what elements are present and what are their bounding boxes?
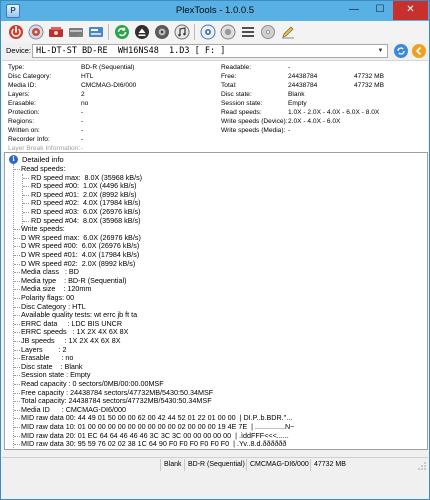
tree-connector (14, 349, 20, 351)
tree-connector (14, 366, 20, 368)
tree-connector (14, 418, 20, 420)
tree-connector (23, 177, 29, 179)
chevron-down-icon[interactable]: ▼ (375, 46, 386, 56)
disc-small-icon[interactable] (260, 24, 276, 40)
toolbar-separator (108, 24, 109, 40)
device-label: Device: (6, 46, 32, 55)
tree-connector (14, 255, 20, 256)
tree-connector (14, 323, 20, 325)
detailed-info-tree[interactable]: i Detailed info Read speeds: RD speed max… (4, 152, 428, 450)
tree-connector (14, 169, 20, 170)
tree-connector (14, 306, 20, 308)
info-row-read-speeds: Read speeds: 1.0X - 2.0X - 4.0X - 6.0X -… (221, 109, 380, 116)
info-row-regions: Regions: - (8, 118, 84, 125)
title-bar[interactable]: P PlexTools - 1.0.0.5 — ☐ ✕ (1, 1, 429, 21)
power-icon[interactable] (8, 24, 24, 40)
tree-connector (23, 212, 29, 213)
info-row-written-on: Written on: - (8, 127, 84, 134)
info-row-erasable: Erasable: no (8, 100, 89, 107)
refresh-icon[interactable] (114, 24, 130, 40)
tree-connector (14, 341, 20, 342)
disc-info-panel: Type: BD-R (Sequential) Disc Category: H… (2, 60, 428, 152)
tree-connector (14, 409, 20, 411)
info-icon: i (9, 155, 18, 164)
tree-connector (14, 444, 20, 446)
audio-icon[interactable] (174, 24, 190, 40)
status-cell-empty (2, 459, 160, 471)
refresh-device-icon[interactable] (394, 44, 408, 58)
toolbar-separator (194, 24, 195, 40)
info-row-type: Type: BD-R (Sequential) (8, 64, 135, 71)
back-icon[interactable] (412, 44, 426, 58)
info-row-recorder-info: Recorder Info: - (8, 136, 84, 143)
tree-connector (14, 332, 20, 334)
device-select[interactable]: HL-DT-ST BD-RE WH16NS48 1.D3 [ F: ] ▼ (32, 44, 388, 58)
tree-connector (14, 280, 20, 282)
tree-connector (14, 375, 20, 377)
info-row-disc-state: Disc state: Blank (221, 91, 305, 98)
info-row-readable: Readable: - (221, 64, 291, 71)
eject-icon[interactable] (134, 24, 150, 40)
status-disc-state: Blank (160, 459, 184, 471)
tree-connector (14, 427, 20, 428)
status-media-type: BD-R (Sequential) (184, 459, 246, 471)
resize-grip-icon[interactable] (418, 462, 426, 470)
tree-line-text: MID raw data 40: F0 00 00 00 00 48 00 48… (21, 448, 297, 449)
media-icon[interactable] (154, 24, 170, 40)
tree-connector (23, 194, 29, 196)
tree-connector (14, 384, 20, 385)
tree-connector (22, 174, 23, 226)
write-icon[interactable] (280, 24, 296, 40)
device-row: Device: HL-DT-ST BD-RE WH16NS48 1.D3 [ F… (2, 43, 428, 59)
info-row-write-speeds-device: Write speeds (Device): 2.0X - 4.0X - 6.0… (221, 118, 341, 125)
tree-connector (14, 358, 20, 360)
device-select-value: HL-DT-ST BD-RE WH16NS48 1.D3 [ F: ] (36, 46, 226, 56)
status-media-id: CMCMAG-DI6/000 (246, 459, 310, 471)
card-icon[interactable] (88, 24, 104, 40)
info-row-media-id: Media ID: CMCMAG-DI6/000 (8, 82, 137, 89)
tree-connector (14, 246, 20, 248)
drive-icon[interactable] (68, 24, 84, 40)
tree-connector (14, 401, 20, 403)
status-bar: Blank BD-R (Sequential) CMCMAG-DI6/000 4… (2, 457, 428, 471)
options-icon[interactable] (200, 24, 216, 40)
hamburger-icon[interactable] (240, 24, 256, 40)
minimize-button[interactable]: — (341, 1, 367, 20)
info-icon[interactable] (220, 24, 236, 40)
tree-connector (14, 289, 20, 291)
info-row-free: Free: 24438784 47732 MB (221, 73, 385, 80)
tree-connector (14, 229, 20, 231)
close-button[interactable]: ✕ (393, 1, 428, 20)
tree-connector (14, 272, 20, 274)
tree-connector (14, 237, 20, 239)
tree-connector (14, 263, 20, 265)
info-row-protection: Protection: - (8, 109, 84, 116)
info-row-write-speeds-media: Write speeds (Media): - (221, 127, 291, 134)
tree-connector (14, 435, 20, 437)
toolbar (2, 21, 428, 43)
tree-connector (23, 186, 29, 188)
burn-icon[interactable] (48, 24, 64, 40)
tree-connector (23, 203, 29, 205)
tree-connector (14, 392, 20, 394)
status-capacity: 47732 MB (310, 459, 352, 471)
tree-connector (23, 220, 29, 222)
main-window: P PlexTools - 1.0.0.5 — ☐ ✕ Device: HL-D… (0, 0, 430, 500)
maximize-button[interactable]: ☐ (367, 1, 393, 20)
info-row-layers: Layers: 2 (8, 91, 85, 98)
info-row-session-state: Session state: Empty (221, 100, 307, 107)
info-row-disc-category: Disc Category: HTL (8, 73, 94, 80)
info-row-total: Total: 24438784 47732 MB (221, 82, 385, 89)
tree-connector (14, 315, 20, 317)
disc-icon[interactable] (28, 24, 44, 40)
tree-connector (14, 298, 20, 299)
